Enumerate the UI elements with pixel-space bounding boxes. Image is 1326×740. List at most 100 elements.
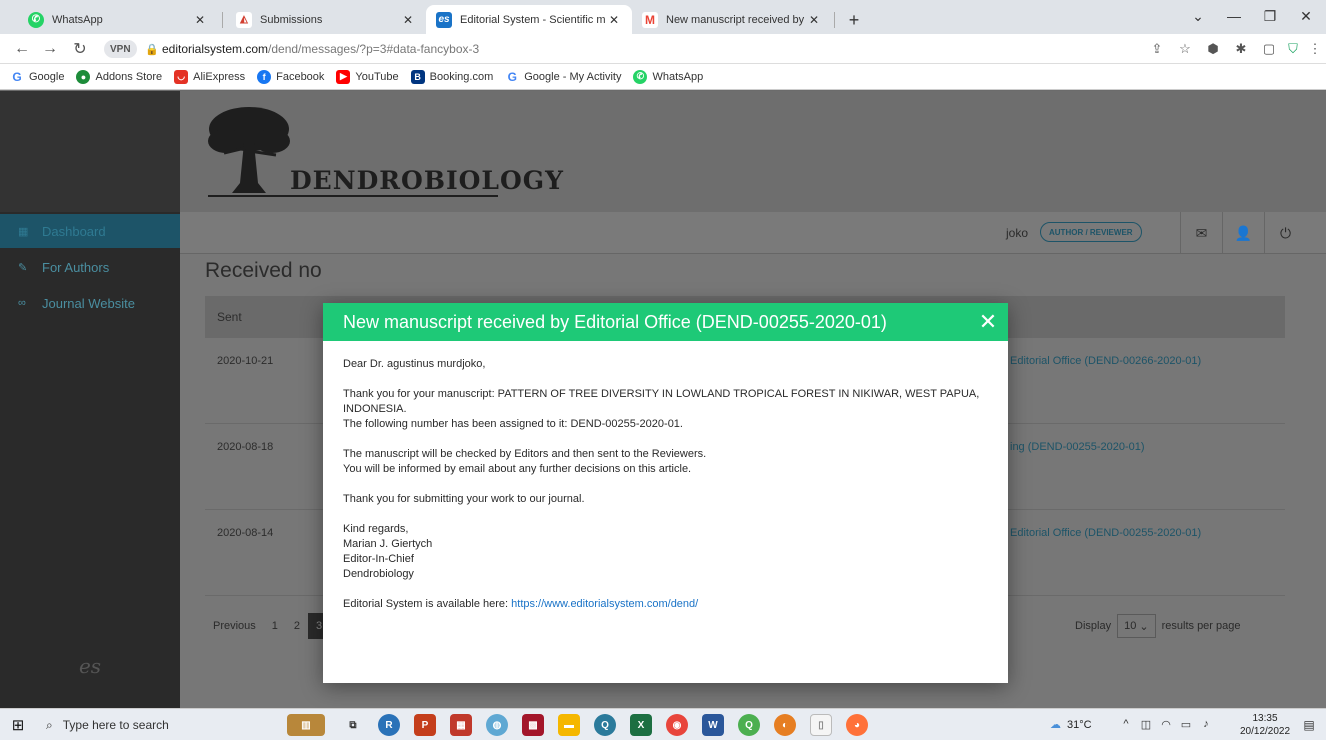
dendrobiology-logo[interactable]: DENDROBIOLOGY [204,103,563,198]
pager-previous[interactable]: Previous [205,613,264,639]
row-subject-link[interactable]: Editorial Office (DEND-00255-2020-01) [1010,527,1201,539]
extension-shield-icon[interactable]: ⬢ [1202,38,1224,60]
new-tab-button[interactable]: + [842,8,866,32]
site-header: DENDROBIOLOGY [180,91,1326,212]
excel-icon[interactable]: X [630,714,652,736]
news-widget-icon[interactable]: ▥ [287,714,325,736]
user-icon[interactable]: 👤 [1222,212,1264,254]
bookmark-aliexpress[interactable]: ◡ AliExpress [174,69,245,84]
editorial-system-link[interactable]: https://www.editorialsystem.com/dend/ [511,598,698,610]
tab-editorial-system[interactable]: es Editorial System - Scientific manu ✕ [426,5,632,34]
menu-kebab-icon[interactable]: ⋮ [1304,38,1326,60]
addons-store-icon: ● [76,69,91,84]
bookmark-star-icon[interactable]: ☆ [1174,38,1196,60]
whatsapp-icon: ✆ [28,11,44,28]
bookmark-google[interactable]: G Google [10,69,64,84]
paragraph-review: The manuscript will be checked by Editor… [343,447,993,477]
minimize-icon[interactable]: — [1216,2,1252,30]
globe-app-icon[interactable]: ◍ [486,714,508,736]
document-icon[interactable]: ▯ [810,714,832,736]
share-icon[interactable]: ⇪ [1146,38,1168,60]
bookmark-whatsapp[interactable]: ✆ WhatsApp [633,69,704,84]
word-icon[interactable]: W [702,714,724,736]
file-explorer-icon[interactable]: ▬ [558,714,580,736]
per-page-select[interactable]: 10 ⌄ [1117,614,1156,638]
extensions-puzzle-icon[interactable]: ✱ [1230,38,1252,60]
grid-icon: ▦ [18,225,29,238]
paragraph-thanks: Thank you for submitting your work to ou… [343,493,585,505]
side-panel-icon[interactable]: ▢ [1258,38,1280,60]
reload-icon[interactable]: ↻ [68,37,92,61]
footer-line: Editorial System is available here: http… [343,597,993,612]
restore-icon[interactable]: ❐ [1252,2,1288,30]
link-icon: ∞ [18,297,26,309]
display-control: Display 10 ⌄ results per page [1075,613,1241,639]
close-icon[interactable]: ✕ [606,12,622,28]
firefox-icon[interactable]: ◕ [846,714,868,736]
tray-app-icon[interactable]: ◫ [1138,716,1154,732]
r-app-icon[interactable]: R [378,714,400,736]
bookmark-label: WhatsApp [652,70,704,83]
window-close-icon[interactable]: ✕ [1288,2,1324,30]
taskbar-search[interactable]: ⌕ Type here to search [36,713,266,737]
tab-gmail[interactable]: M New manuscript received by Edit ✕ [632,5,832,34]
clock-time: 13:35 [1252,713,1278,724]
bookmark-label: Booking.com [429,70,494,83]
battery-icon[interactable]: ▭ [1178,716,1194,732]
google-icon: G [10,69,24,84]
power-icon[interactable]: ⏻ [1264,212,1306,254]
close-icon[interactable]: ✕ [806,12,822,28]
weather-widget[interactable]: ☁ 31°C [1050,718,1092,732]
sidebar-item-dashboard[interactable]: ▦ Dashboard [0,214,180,248]
tab-submissions[interactable]: ◭ Submissions ✕ [226,5,426,34]
results-per-page-label: results per page [1161,620,1241,632]
chrome-icon[interactable]: ◉ [666,714,688,736]
whatsapp-icon: ✆ [633,69,648,84]
close-icon[interactable]: ✕ [400,12,416,28]
lock-icon[interactable]: 🔒 [145,41,159,57]
close-icon[interactable]: ✕ [973,307,1003,337]
youtube-icon: ▶ [336,69,351,84]
close-icon[interactable]: ✕ [192,12,208,28]
q-app-icon[interactable]: Q [738,714,760,736]
tab-search-icon[interactable]: ⌄ [1180,2,1216,30]
row-subject-link[interactable]: Editorial Office (DEND-00266-2020-01) [1010,355,1201,367]
volume-icon[interactable]: ♪ [1198,716,1214,732]
envelope-icon[interactable]: ✉ [1180,212,1222,254]
vpn-badge[interactable]: VPN [104,40,137,58]
stats-app-icon[interactable]: ▩ [522,714,544,736]
windows-start-icon[interactable]: ⊞ [8,715,28,735]
aliexpress-icon: ◡ [174,69,189,84]
wifi-icon[interactable]: ◠ [1158,716,1174,732]
notification-icon[interactable]: ▤ [1300,716,1318,734]
sidebar-header [0,91,180,212]
forward-arrow-icon[interactable]: → [38,37,62,61]
sidebar-item-journal-website[interactable]: ∞ Journal Website [0,286,180,320]
user-name: joko [1006,226,1029,240]
bookmark-youtube[interactable]: ▶ YouTube [336,69,399,84]
chevron-up-icon[interactable]: ^ [1118,716,1134,732]
security-shield-icon[interactable]: ⛉ [1282,38,1304,60]
sig-name: Marian J. Giertych [343,538,433,550]
app-icon[interactable]: ◐ [774,714,796,736]
system-clock[interactable]: 13:35 20/12/2022 [1240,712,1290,738]
spss-icon[interactable]: ▦ [450,714,472,736]
sidebar-item-for-authors[interactable]: ✎ For Authors [0,250,180,284]
back-arrow-icon[interactable]: ← [10,37,34,61]
tab-whatsapp[interactable]: ✆ WhatsApp ✕ [18,5,218,34]
powerpoint-icon[interactable]: P [414,714,436,736]
bookmark-addons-store[interactable]: ● Addons Store [76,69,162,84]
task-view-icon[interactable]: ⧉ [342,714,364,736]
bookmark-facebook[interactable]: f Facebook [257,69,324,84]
pager-page-2[interactable]: 2 [286,613,308,639]
bookmark-google-activity[interactable]: G Google - My Activity [505,69,622,84]
bookmark-booking[interactable]: B Booking.com [410,69,494,84]
pager-page-1[interactable]: 1 [264,613,286,639]
sidebar-item-label: For Authors [42,259,110,275]
signature: Kind regards, Marian J. Giertych Editor-In… [343,522,993,582]
bookmark-label: Google - My Activity [524,70,622,83]
row-subject-link[interactable]: ing (DEND-00255-2020-01) [1010,441,1145,453]
column-header-sent[interactable]: Sent [217,310,242,324]
url-field[interactable]: editorialsystem.com/dend/messages/?p=3#d… [162,42,479,56]
qgis-icon[interactable]: Q [594,714,616,736]
